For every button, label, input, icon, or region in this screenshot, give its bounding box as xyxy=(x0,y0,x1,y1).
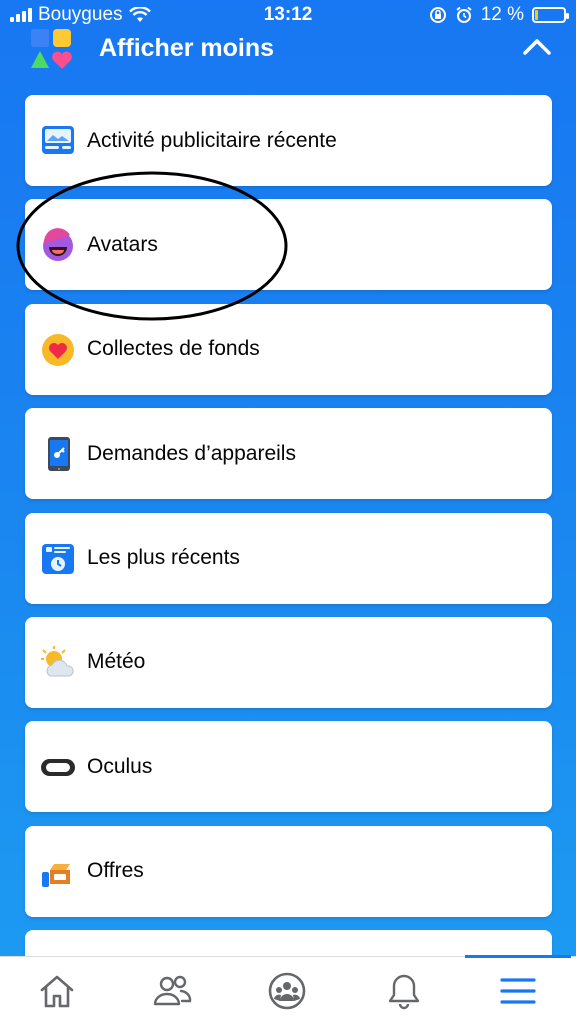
menu-item-oculus[interactable]: Oculus xyxy=(25,721,552,813)
menu-item-label: Météo xyxy=(87,650,146,674)
menu-item-device-requests[interactable]: Demandes d’appareils xyxy=(25,408,552,500)
oculus-icon xyxy=(41,759,75,777)
bottom-navigation-bar xyxy=(0,955,576,1024)
notifications-bell-icon[interactable] xyxy=(384,971,424,1011)
battery-icon xyxy=(532,7,569,23)
menu-item-recent-ad-activity[interactable]: Activité publicitaire récente xyxy=(25,95,552,186)
weather-icon xyxy=(41,645,74,677)
menu-item-avatars[interactable]: Avatars xyxy=(25,199,552,291)
battery-percentage: 12 % xyxy=(480,4,524,25)
menu-item-label: Oculus xyxy=(87,754,153,778)
ad-activity-icon xyxy=(42,126,74,154)
shortcuts-header[interactable]: Afficher moins xyxy=(0,26,576,74)
menu-item-label: Demandes d’appareils xyxy=(87,441,296,465)
fundraiser-heart-icon xyxy=(42,333,74,366)
most-recent-icon xyxy=(42,543,74,574)
menu-item-label: Les plus récents xyxy=(87,546,240,570)
shortcuts-menu-list: Activité publicitaire récente Avatars Co… xyxy=(25,95,552,984)
shortcuts-icon xyxy=(31,29,72,69)
avatar-icon xyxy=(43,228,73,262)
alarm-icon xyxy=(456,6,472,23)
menu-item-label: Avatars xyxy=(87,232,158,256)
device-request-icon xyxy=(48,437,70,472)
menu-item-offers[interactable]: Offres xyxy=(25,825,552,917)
status-right: 12 % xyxy=(429,4,569,26)
home-icon[interactable] xyxy=(37,971,77,1011)
menu-item-label: Activité publicitaire récente xyxy=(87,128,337,152)
active-tab-indicator xyxy=(465,955,571,958)
offers-icon xyxy=(42,863,70,887)
menu-hamburger-icon[interactable] xyxy=(498,971,538,1011)
menu-item-fundraisers[interactable]: Collectes de fonds xyxy=(25,303,552,395)
battery-level-fill xyxy=(535,10,538,20)
groups-icon[interactable] xyxy=(267,971,307,1011)
show-less-title: Afficher moins xyxy=(99,34,275,62)
friends-icon[interactable] xyxy=(152,971,192,1011)
menu-item-label: Collectes de fonds xyxy=(87,337,260,361)
chevron-up-icon[interactable] xyxy=(522,34,552,58)
menu-item-most-recent[interactable]: Les plus récents xyxy=(25,512,552,604)
rotation-lock-icon xyxy=(429,7,446,23)
menu-item-weather[interactable]: Météo xyxy=(25,616,552,708)
menu-item-label: Offres xyxy=(87,859,144,883)
